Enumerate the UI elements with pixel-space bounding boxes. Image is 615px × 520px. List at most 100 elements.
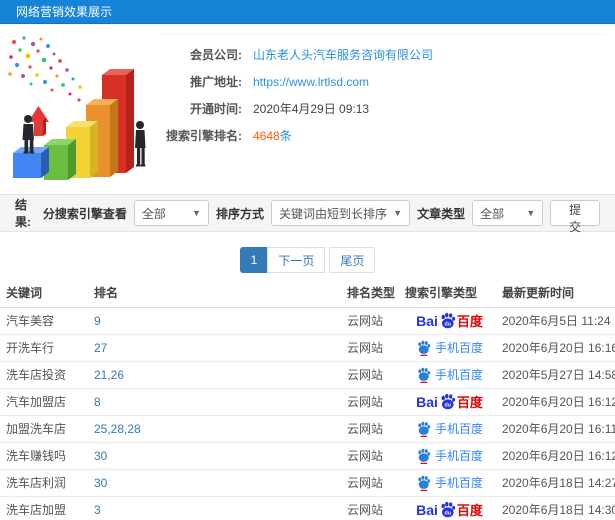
engine-cell: Bai du 百度 [401,361,498,389]
keyword-rank-table: 关键词 排名 排名类型 搜索引擎类型 最新更新时间 汽车美容 9 云网站 Bai… [0,279,615,520]
article-type-label: 文章类型 [417,206,466,221]
table-row: 洗车赚钱吗 30 云网站 Bai du 百度 [0,442,615,470]
page-next-button[interactable]: 下一页 [267,247,326,273]
rank-link[interactable]: 3 [90,496,343,520]
rank-link[interactable]: 30 [90,442,343,470]
mobile-baidu-badge: 手机百度 [416,339,483,356]
keyword-cell: 洗车赚钱吗 [0,442,90,470]
sort-select-value: 关键词由短到长排序 [278,206,387,221]
page-title: 网络营销效果展示 [16,5,113,19]
updated-cell: 2020年6月18日 14:27 [498,469,615,497]
table-row: 开洗车行 27 云网站 Bai du 百度 [0,334,615,362]
info-row-company: 会员公司: 山东老人头汽车服务咨询有限公司 [160,41,605,68]
updated-cell: 2020年6月20日 16:11 [498,415,615,443]
result-label: 结果: [15,198,31,229]
top-section: 会员公司: 山东老人头汽车服务咨询有限公司 推广地址: https://www.… [0,24,615,194]
col-rank: 排名 [90,279,343,308]
confetti-dots [8,36,82,102]
baidu-logo: Bai du 百度 [416,311,483,330]
page-current[interactable]: 1 [239,247,269,273]
app-header: 网络营销效果展示 [0,0,615,24]
promo-url-label: 推广地址: [190,75,242,89]
updated-cell: 2020年6月20日 16:12 [498,442,615,470]
svg-text:du: du [444,402,450,408]
chevron-down-icon: ▼ [526,208,536,218]
bar-chart-growth-icon [8,36,146,180]
table-row: 加盟洗车店 25,28,28 云网站 Bai du 百度 [0,415,615,443]
table-row: 洗车店加盟 3 云网站 Bai du 百度 2020年6月18日 14:30 [0,496,615,520]
keyword-cell: 洗车店利润 [0,469,90,497]
open-time-label: 开通时间: [190,102,242,116]
rank-link[interactable]: 25,28,28 [90,415,343,443]
mobile-baidu-label: 手机百度 [434,476,483,490]
article-type-select-value: 全部 [480,206,505,221]
engine-cell: Bai du 百度 [401,307,498,335]
article-type-select[interactable]: 全部 ▼ [472,200,544,226]
mobile-baidu-paw-icon [418,448,431,464]
col-keyword: 关键词 [0,279,90,308]
engine-filter-label: 分搜索引擎查看 [42,206,127,221]
engine-cell: Bai du 百度 [401,469,498,497]
filter-bar: 结果: 分搜索引擎查看 全部 ▼ 排序方式 关键词由短到长排序 ▼ 文章类型 全… [0,194,615,234]
mobile-baidu-badge: 手机百度 [416,447,483,464]
mobile-baidu-badge: 手机百度 [416,474,483,491]
rank-type-cell: 云网站 [343,307,401,335]
mobile-baidu-paw-icon [418,421,431,437]
baidu-logo-bai: Bai [416,312,438,329]
mobile-baidu-badge: 手机百度 [416,420,483,437]
mobile-baidu-badge: 手机百度 [416,366,483,383]
mobile-baidu-label: 手机百度 [434,449,483,463]
keyword-cell: 洗车店投资 [0,361,90,389]
company-label: 会员公司: [190,48,242,62]
keyword-cell: 汽车美容 [0,307,90,335]
table-header-row: 关键词 排名 排名类型 搜索引擎类型 最新更新时间 [0,279,615,308]
engine-select[interactable]: 全部 ▼ [133,200,209,226]
engine-cell: Bai du 百度 [401,388,498,416]
updated-cell: 2020年6月20日 16:12 [498,388,615,416]
rank-link[interactable]: 9 [90,307,343,335]
engine-cell: Bai du 百度 [401,496,498,520]
table-row: 洗车店投资 21,26 云网站 Bai du 百度 [0,361,615,389]
keyword-cell: 洗车店加盟 [0,496,90,520]
baidu-paw-icon: du [441,312,456,329]
ranking-count-value: 4648条 [242,127,292,144]
engine-select-value: 全部 [141,206,166,221]
submit-button[interactable]: 提交 [550,200,601,234]
sort-filter-label: 排序方式 [215,206,264,221]
promo-url-link[interactable]: https://www.lrtlsd.com [242,75,369,89]
engine-cell: Bai du 百度 [401,415,498,443]
svg-text:du: du [444,510,450,516]
rank-link[interactable]: 21,26 [90,361,343,389]
mobile-baidu-paw-icon [418,340,431,356]
mobile-baidu-paw-icon [418,367,431,383]
ranking-count-label: 搜索引擎排名: [166,129,242,143]
col-rank-type: 排名类型 [343,279,401,308]
sort-select[interactable]: 关键词由短到长排序 ▼ [270,200,411,226]
ranking-count-number: 4648 [253,129,280,143]
baidu-logo: Bai du 百度 [416,500,483,519]
rank-type-cell: 云网站 [343,361,401,389]
engine-cell: Bai du 百度 [401,334,498,362]
updated-cell: 2020年6月5日 11:24 [498,307,615,335]
updated-cell: 2020年5月27日 14:58 [498,361,615,389]
rank-link[interactable]: 30 [90,469,343,497]
mobile-baidu-label: 手机百度 [434,422,483,436]
mobile-baidu-label: 手机百度 [434,368,483,382]
company-link[interactable]: 山东老人头汽车服务咨询有限公司 [242,46,433,63]
table-row: 汽车加盟店 8 云网站 Bai du 百度 2020年6月20日 16:12 [0,388,615,416]
filter-group: 分搜索引擎查看 全部 ▼ 排序方式 关键词由短到长排序 ▼ 文章类型 全部 ▼ … [42,200,601,234]
table-body: 汽车美容 9 云网站 Bai du 百度 2020年6月5日 11:24 开洗车… [0,307,615,520]
rank-link[interactable]: 27 [90,334,343,362]
baidu-logo-bai: Bai [416,393,438,410]
baidu-logo-suffix: 百度 [456,503,483,518]
col-updated: 最新更新时间 [498,279,615,308]
keyword-cell: 加盟洗车店 [0,415,90,443]
page-last-button[interactable]: 尾页 [329,247,376,273]
rank-link[interactable]: 8 [90,388,343,416]
baidu-paw-icon: du [441,501,456,518]
ranking-count-suffix: 条 [279,129,292,143]
info-row-open-time: 开通时间: 2020年4月29日 09:13 [160,95,605,122]
bar-chart-illustration [0,30,180,190]
open-time-value: 2020年4月29日 09:13 [253,102,370,116]
mobile-baidu-paw-icon [418,475,431,491]
